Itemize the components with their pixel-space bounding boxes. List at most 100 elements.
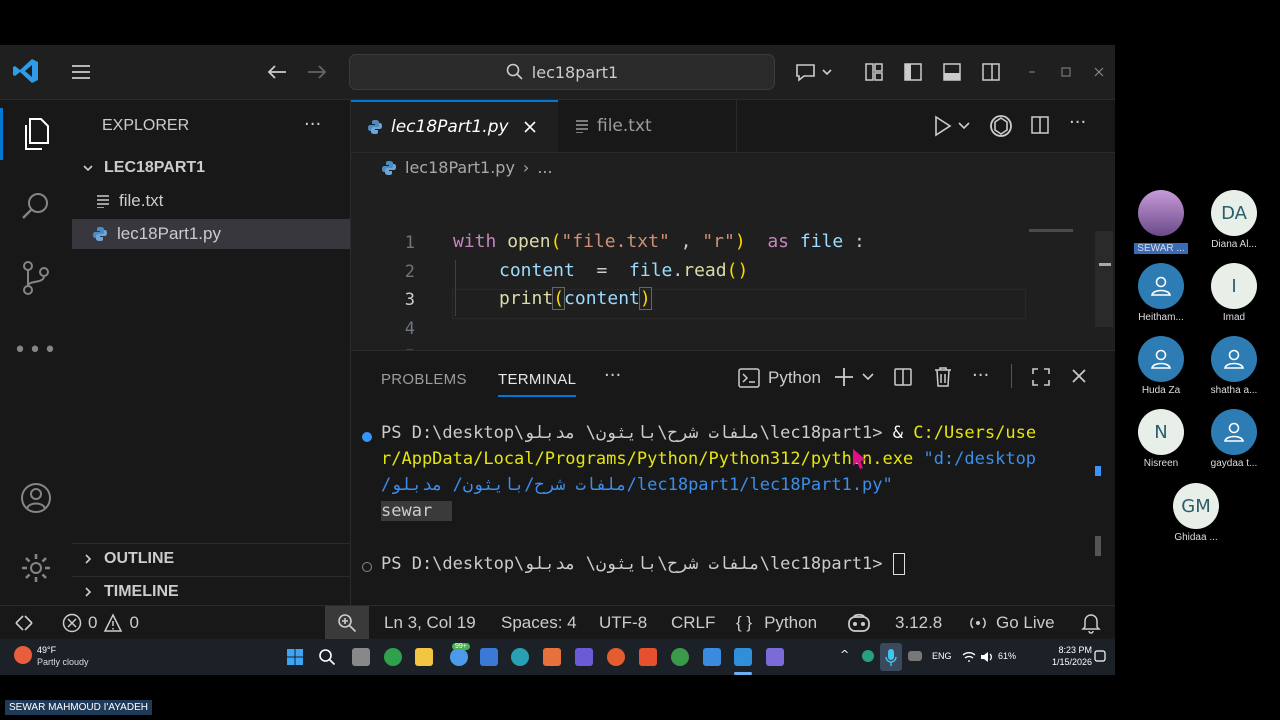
app-icon[interactable] bbox=[450, 648, 468, 666]
maximize-panel-icon[interactable] bbox=[1031, 367, 1051, 391]
cursor-position[interactable]: Ln 3, Col 19 bbox=[384, 613, 476, 633]
participant-tile[interactable]: GM Ghidaa ... bbox=[1156, 483, 1236, 543]
python-version[interactable]: 3.12.8 bbox=[895, 613, 942, 633]
tab-file-txt[interactable]: file.txt bbox=[559, 100, 737, 152]
taskbar-search-icon[interactable] bbox=[318, 648, 336, 666]
search-icon[interactable] bbox=[0, 180, 72, 232]
source-control-icon[interactable] bbox=[0, 252, 72, 304]
tab-problems[interactable]: PROBLEMS bbox=[381, 371, 467, 388]
microphone-icon[interactable] bbox=[880, 643, 902, 671]
participant-tile[interactable]: shatha a... bbox=[1194, 336, 1274, 396]
trash-icon[interactable] bbox=[933, 366, 953, 392]
participant-tile[interactable]: SEWAR ... bbox=[1121, 190, 1201, 255]
participant-tile[interactable]: N Nisreen bbox=[1121, 409, 1201, 469]
split-editor-icon[interactable] bbox=[1030, 115, 1050, 139]
terminal-more-icon[interactable]: ··· bbox=[972, 365, 989, 386]
language-mode[interactable]: { } Python bbox=[736, 613, 817, 633]
app-icon[interactable] bbox=[543, 648, 561, 666]
customize-layout-icon[interactable] bbox=[863, 60, 885, 84]
code-line-3[interactable]: print(content) bbox=[499, 287, 652, 310]
split-terminal-icon[interactable] bbox=[893, 367, 913, 391]
battery-level[interactable]: 61% bbox=[998, 651, 1016, 661]
wifi-icon[interactable] bbox=[962, 651, 976, 663]
toggle-secondary-sidebar-icon[interactable] bbox=[980, 60, 1002, 84]
edge-icon[interactable] bbox=[511, 648, 529, 666]
copilot-chat-icon[interactable] bbox=[793, 60, 837, 84]
toggle-panel-icon[interactable] bbox=[941, 60, 963, 84]
tray-icon[interactable] bbox=[862, 650, 874, 662]
folder-row[interactable]: LEC18PART1 bbox=[72, 153, 350, 183]
command-center-search[interactable]: lec18part1 bbox=[349, 54, 775, 90]
terminal-shell-selector[interactable]: Python bbox=[738, 368, 821, 388]
line-ending[interactable]: CRLF bbox=[671, 613, 715, 633]
run-python-icon[interactable] bbox=[933, 115, 973, 141]
menu-icon[interactable] bbox=[70, 60, 92, 84]
vscode-taskbar-icon[interactable] bbox=[734, 648, 752, 666]
close-tab-icon[interactable] bbox=[523, 120, 537, 134]
breadcrumb-file[interactable]: lec18Part1.py bbox=[405, 158, 515, 177]
teams-icon[interactable] bbox=[766, 648, 784, 666]
openai-icon[interactable] bbox=[989, 114, 1013, 142]
minimize-icon[interactable]: – bbox=[1024, 60, 1040, 84]
remote-icon[interactable] bbox=[14, 614, 34, 637]
tab-lec18part1-py[interactable]: lec18Part1.py bbox=[351, 100, 558, 152]
input-language[interactable]: ENG bbox=[932, 651, 952, 661]
code-line-2[interactable]: content = file.read() bbox=[499, 260, 748, 281]
outline-section[interactable]: OUTLINE bbox=[72, 543, 350, 574]
explorer-icon[interactable] bbox=[0, 108, 72, 160]
show-hidden-icons[interactable]: ^ bbox=[840, 648, 849, 661]
chrome-icon[interactable] bbox=[671, 648, 689, 666]
explorer-more-icon[interactable]: ··· bbox=[304, 114, 321, 135]
close-window-icon[interactable] bbox=[1091, 60, 1107, 84]
editor-more-icon[interactable]: ··· bbox=[1069, 112, 1086, 133]
file-row-py[interactable]: lec18Part1.py bbox=[72, 219, 350, 249]
terminal-scrollbar[interactable] bbox=[1095, 536, 1101, 556]
go-live-button[interactable]: Go Live bbox=[968, 613, 1055, 633]
participant-tile[interactable]: I Imad bbox=[1194, 263, 1274, 323]
windows-start-icon[interactable] bbox=[286, 648, 304, 666]
notifications-bell-icon[interactable] bbox=[1081, 612, 1101, 639]
participant-tile[interactable]: Huda Za bbox=[1121, 336, 1201, 396]
file-row-txt[interactable]: file.txt bbox=[72, 186, 350, 216]
teams-icon[interactable] bbox=[575, 648, 593, 666]
file-explorer-icon[interactable] bbox=[415, 648, 433, 666]
participant-tile[interactable]: Heitham... bbox=[1121, 263, 1201, 323]
zoom-icon[interactable] bbox=[325, 606, 369, 639]
notification-center-icon[interactable] bbox=[1094, 650, 1106, 662]
terminal-line-prompt[interactable]: PS D:\desktop\ملفات شرح\بايثون\ مدبلو\le… bbox=[381, 553, 905, 575]
app-icon[interactable] bbox=[639, 648, 657, 666]
tab-terminal[interactable]: TERMINAL bbox=[498, 371, 576, 388]
close-panel-icon[interactable] bbox=[1071, 368, 1087, 388]
copilot-icon[interactable] bbox=[846, 612, 872, 639]
app-icon[interactable] bbox=[607, 648, 625, 666]
participant-tile[interactable]: DA Diana Al... bbox=[1194, 190, 1274, 250]
account-icon[interactable] bbox=[0, 472, 72, 524]
weather-temp[interactable]: 49°F bbox=[37, 645, 56, 655]
code-line-1[interactable]: with open("file.txt" , "r") as file : bbox=[453, 231, 865, 252]
breadcrumb-more[interactable]: ... bbox=[537, 158, 552, 177]
chrome-icon[interactable] bbox=[384, 648, 402, 666]
participant-tile[interactable]: gaydaa t... bbox=[1194, 409, 1274, 469]
back-arrow-icon[interactable] bbox=[266, 60, 288, 84]
app-icon[interactable] bbox=[480, 648, 498, 666]
task-view-icon[interactable] bbox=[352, 648, 370, 666]
encoding[interactable]: UTF-8 bbox=[599, 613, 647, 633]
new-terminal-plus-icon[interactable] bbox=[835, 366, 879, 392]
keyboard-icon[interactable] bbox=[908, 651, 922, 661]
toggle-sidebar-icon[interactable] bbox=[902, 60, 924, 84]
clock-date[interactable]: 1/15/2026 bbox=[1040, 657, 1092, 667]
more-views-icon[interactable]: ••• bbox=[0, 324, 72, 376]
timeline-section[interactable]: TIMELINE bbox=[72, 576, 350, 607]
settings-gear-icon[interactable] bbox=[0, 542, 72, 594]
minimap[interactable] bbox=[1029, 229, 1073, 232]
weather-desc[interactable]: Partly cloudy bbox=[37, 657, 89, 667]
volume-icon[interactable] bbox=[980, 651, 994, 663]
clock-time[interactable]: 8:23 PM bbox=[1040, 645, 1092, 655]
indentation[interactable]: Spaces: 4 bbox=[501, 613, 577, 633]
panel-more-icon[interactable]: ··· bbox=[604, 365, 621, 386]
maximize-icon[interactable] bbox=[1058, 60, 1074, 84]
problems-status[interactable]: 0 0 bbox=[62, 613, 139, 633]
app-icon[interactable] bbox=[703, 648, 721, 666]
editor-scrollbar[interactable] bbox=[1095, 231, 1113, 327]
forward-arrow-icon[interactable] bbox=[306, 60, 328, 84]
